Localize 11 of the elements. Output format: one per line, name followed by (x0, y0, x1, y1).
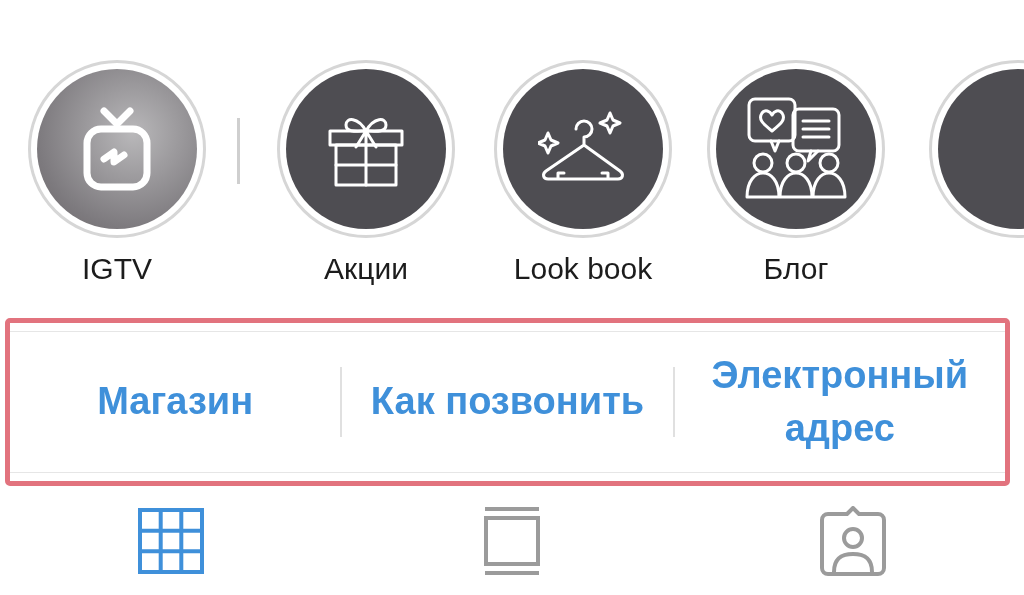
highlight-label: Look book (513, 252, 653, 286)
contact-button[interactable]: Как позвонить (342, 375, 673, 429)
single-post-icon (483, 505, 541, 576)
highlight-label: IGTV (82, 252, 152, 286)
highlight-label: Акции (324, 252, 408, 286)
highlight-label: Блог (763, 252, 829, 286)
tv-icon (82, 107, 152, 191)
tagged-person-icon (818, 505, 889, 576)
contact-button[interactable]: Магазин (10, 375, 341, 429)
contact-button[interactable]: Электронный адрес (674, 348, 1005, 456)
grid-icon (137, 507, 204, 574)
